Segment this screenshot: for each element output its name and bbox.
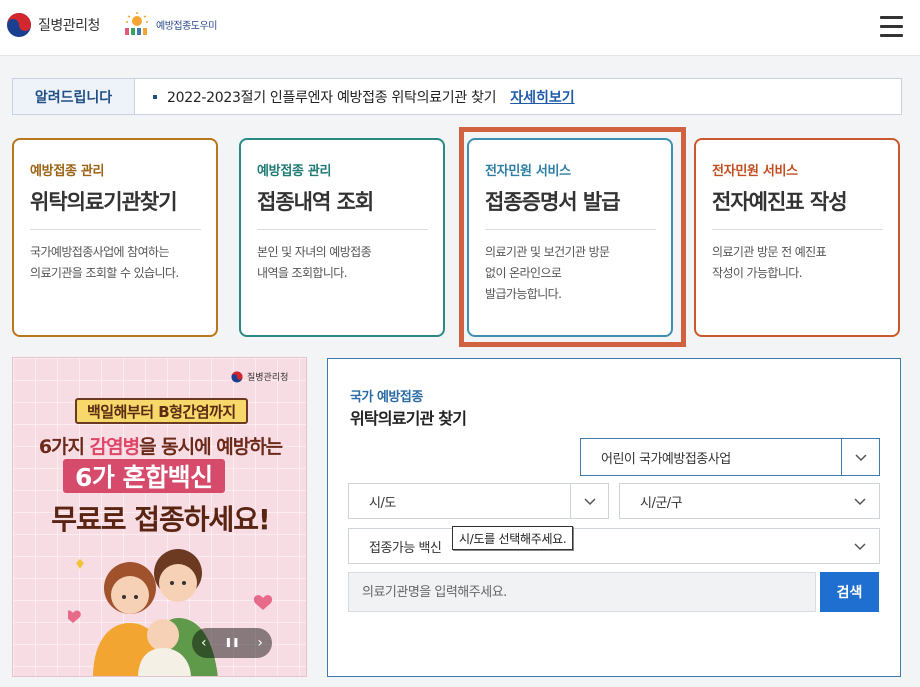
chevron-down-icon xyxy=(841,439,879,475)
next-slide-icon[interactable]: › xyxy=(257,635,263,651)
banner-subtitle: 백일해부터 B형간염까지 xyxy=(75,398,248,424)
card-category: 전자민원 서비스 xyxy=(712,164,798,179)
card-desc: 국가예방접종사업에 참여하는 의료기관을 조회할 수 있습니다. xyxy=(30,245,179,280)
chevron-down-icon xyxy=(841,529,879,563)
prev-slide-icon[interactable]: ‹ xyxy=(201,635,207,651)
program-select[interactable]: 어린이 국가예방접종사업 xyxy=(580,438,880,476)
program-select-value: 어린이 국가예방접종사업 xyxy=(601,451,731,467)
card-title: 전자예진표 작성 xyxy=(712,186,883,230)
card-certificate[interactable]: 전자민원 서비스 접종증명서 발급 의료기관 및 보건기관 방문 없이 온라인으… xyxy=(467,138,673,337)
banner-line-2: 6가 혼합백신 xyxy=(63,459,225,493)
org-name: 질병관리청 xyxy=(38,18,100,34)
hamburger-icon[interactable] xyxy=(880,16,904,38)
card-e-prescreening[interactable]: 전자민원 서비스 전자예진표 작성 의료기관 방문 전 예진표 작성이 가능합니… xyxy=(694,138,900,337)
chevron-down-icon xyxy=(570,484,608,518)
vax-helper-name: 예방접종도우미 xyxy=(156,20,217,32)
card-category: 예방접종 관리 xyxy=(30,164,105,179)
banner-line-3: 무료로 접종하세요! xyxy=(51,503,271,536)
chevron-down-icon xyxy=(841,484,879,518)
sido-select[interactable]: 시/도 xyxy=(348,483,609,519)
banner-line-1: 6가지 감염병을 동시에 예방하는 xyxy=(38,436,283,458)
card-title: 접종내역 조회 xyxy=(257,186,428,230)
search-subtitle: 국가 예방접종 xyxy=(350,390,423,405)
vaccination-helper-logo[interactable]: 예방접종도우미 xyxy=(122,12,217,36)
vaccine-select[interactable]: 접종가능 백신 xyxy=(348,528,880,564)
pause-icon[interactable]: ❚❚ xyxy=(224,638,239,648)
taegeuk-icon xyxy=(7,13,31,37)
banner-org-name: 질병관리청 xyxy=(247,373,289,383)
vaccine-select-value: 접종가능 백신 xyxy=(369,540,442,556)
sido-select-value: 시/도 xyxy=(369,495,396,511)
card-desc: 본인 및 자녀의 예방접종 내역을 조회합니다. xyxy=(257,245,372,280)
card-category: 예방접종 관리 xyxy=(257,164,332,179)
card-desc: 의료기관 방문 전 예진표 작성이 가능합니다. xyxy=(712,245,827,280)
card-title: 접종증명서 발급 xyxy=(485,186,656,230)
card-category: 전자민원 서비스 xyxy=(485,164,571,179)
clinic-search-panel: 국가 예방접종 위탁의료기관 찾기 어린이 국가예방접종사업 시/도 시/군/구… xyxy=(327,358,901,677)
sido-tooltip: 시/도를 선택해주세요. xyxy=(452,526,574,550)
card-vaccination-history[interactable]: 예방접종 관리 접종내역 조회 본인 및 자녀의 예방접종 내역을 조회합니다. xyxy=(239,138,445,337)
card-title: 위탁의료기관찾기 xyxy=(30,186,201,230)
card-find-clinic[interactable]: 예방접종 관리 위탁의료기관찾기 국가예방접종사업에 참여하는 의료기관을 조회… xyxy=(12,138,218,337)
notice-bar: 알려드립니다 2022-2023절기 인플루엔자 예방접종 위탁의료기관 찾기 … xyxy=(12,78,902,115)
clinic-name-input[interactable] xyxy=(348,572,816,612)
sigungu-select-value: 시/군/구 xyxy=(640,495,683,511)
notice-text: 2022-2023절기 인플루엔자 예방접종 위탁의료기관 찾기 xyxy=(167,89,497,106)
kdca-logo[interactable]: 질병관리청 xyxy=(6,12,100,38)
taegeuk-icon xyxy=(231,370,243,383)
promo-banner[interactable]: 질병관리청 백일해부터 B형간염까지 6가지 감염병을 동시에 예방하는 6가 … xyxy=(12,357,307,677)
slide-controls: ‹ ❚❚ › xyxy=(192,628,272,658)
sun-people-icon xyxy=(125,12,148,35)
notice-more-link[interactable]: 자세히보기 xyxy=(510,87,574,107)
search-button[interactable]: 검색 xyxy=(820,572,879,612)
banner-org: 질병관리청 xyxy=(231,370,288,383)
search-title: 위탁의료기관 찾기 xyxy=(350,409,467,428)
notice-label: 알려드립니다 xyxy=(13,79,135,114)
sigungu-select[interactable]: 시/군/구 xyxy=(619,483,880,519)
card-desc: 의료기관 및 보건기관 방문 없이 온라인으로 발급가능합니다. xyxy=(485,245,610,301)
site-header: 질병관리청 예방접종도우미 xyxy=(0,0,920,56)
bullet-icon xyxy=(153,94,157,99)
